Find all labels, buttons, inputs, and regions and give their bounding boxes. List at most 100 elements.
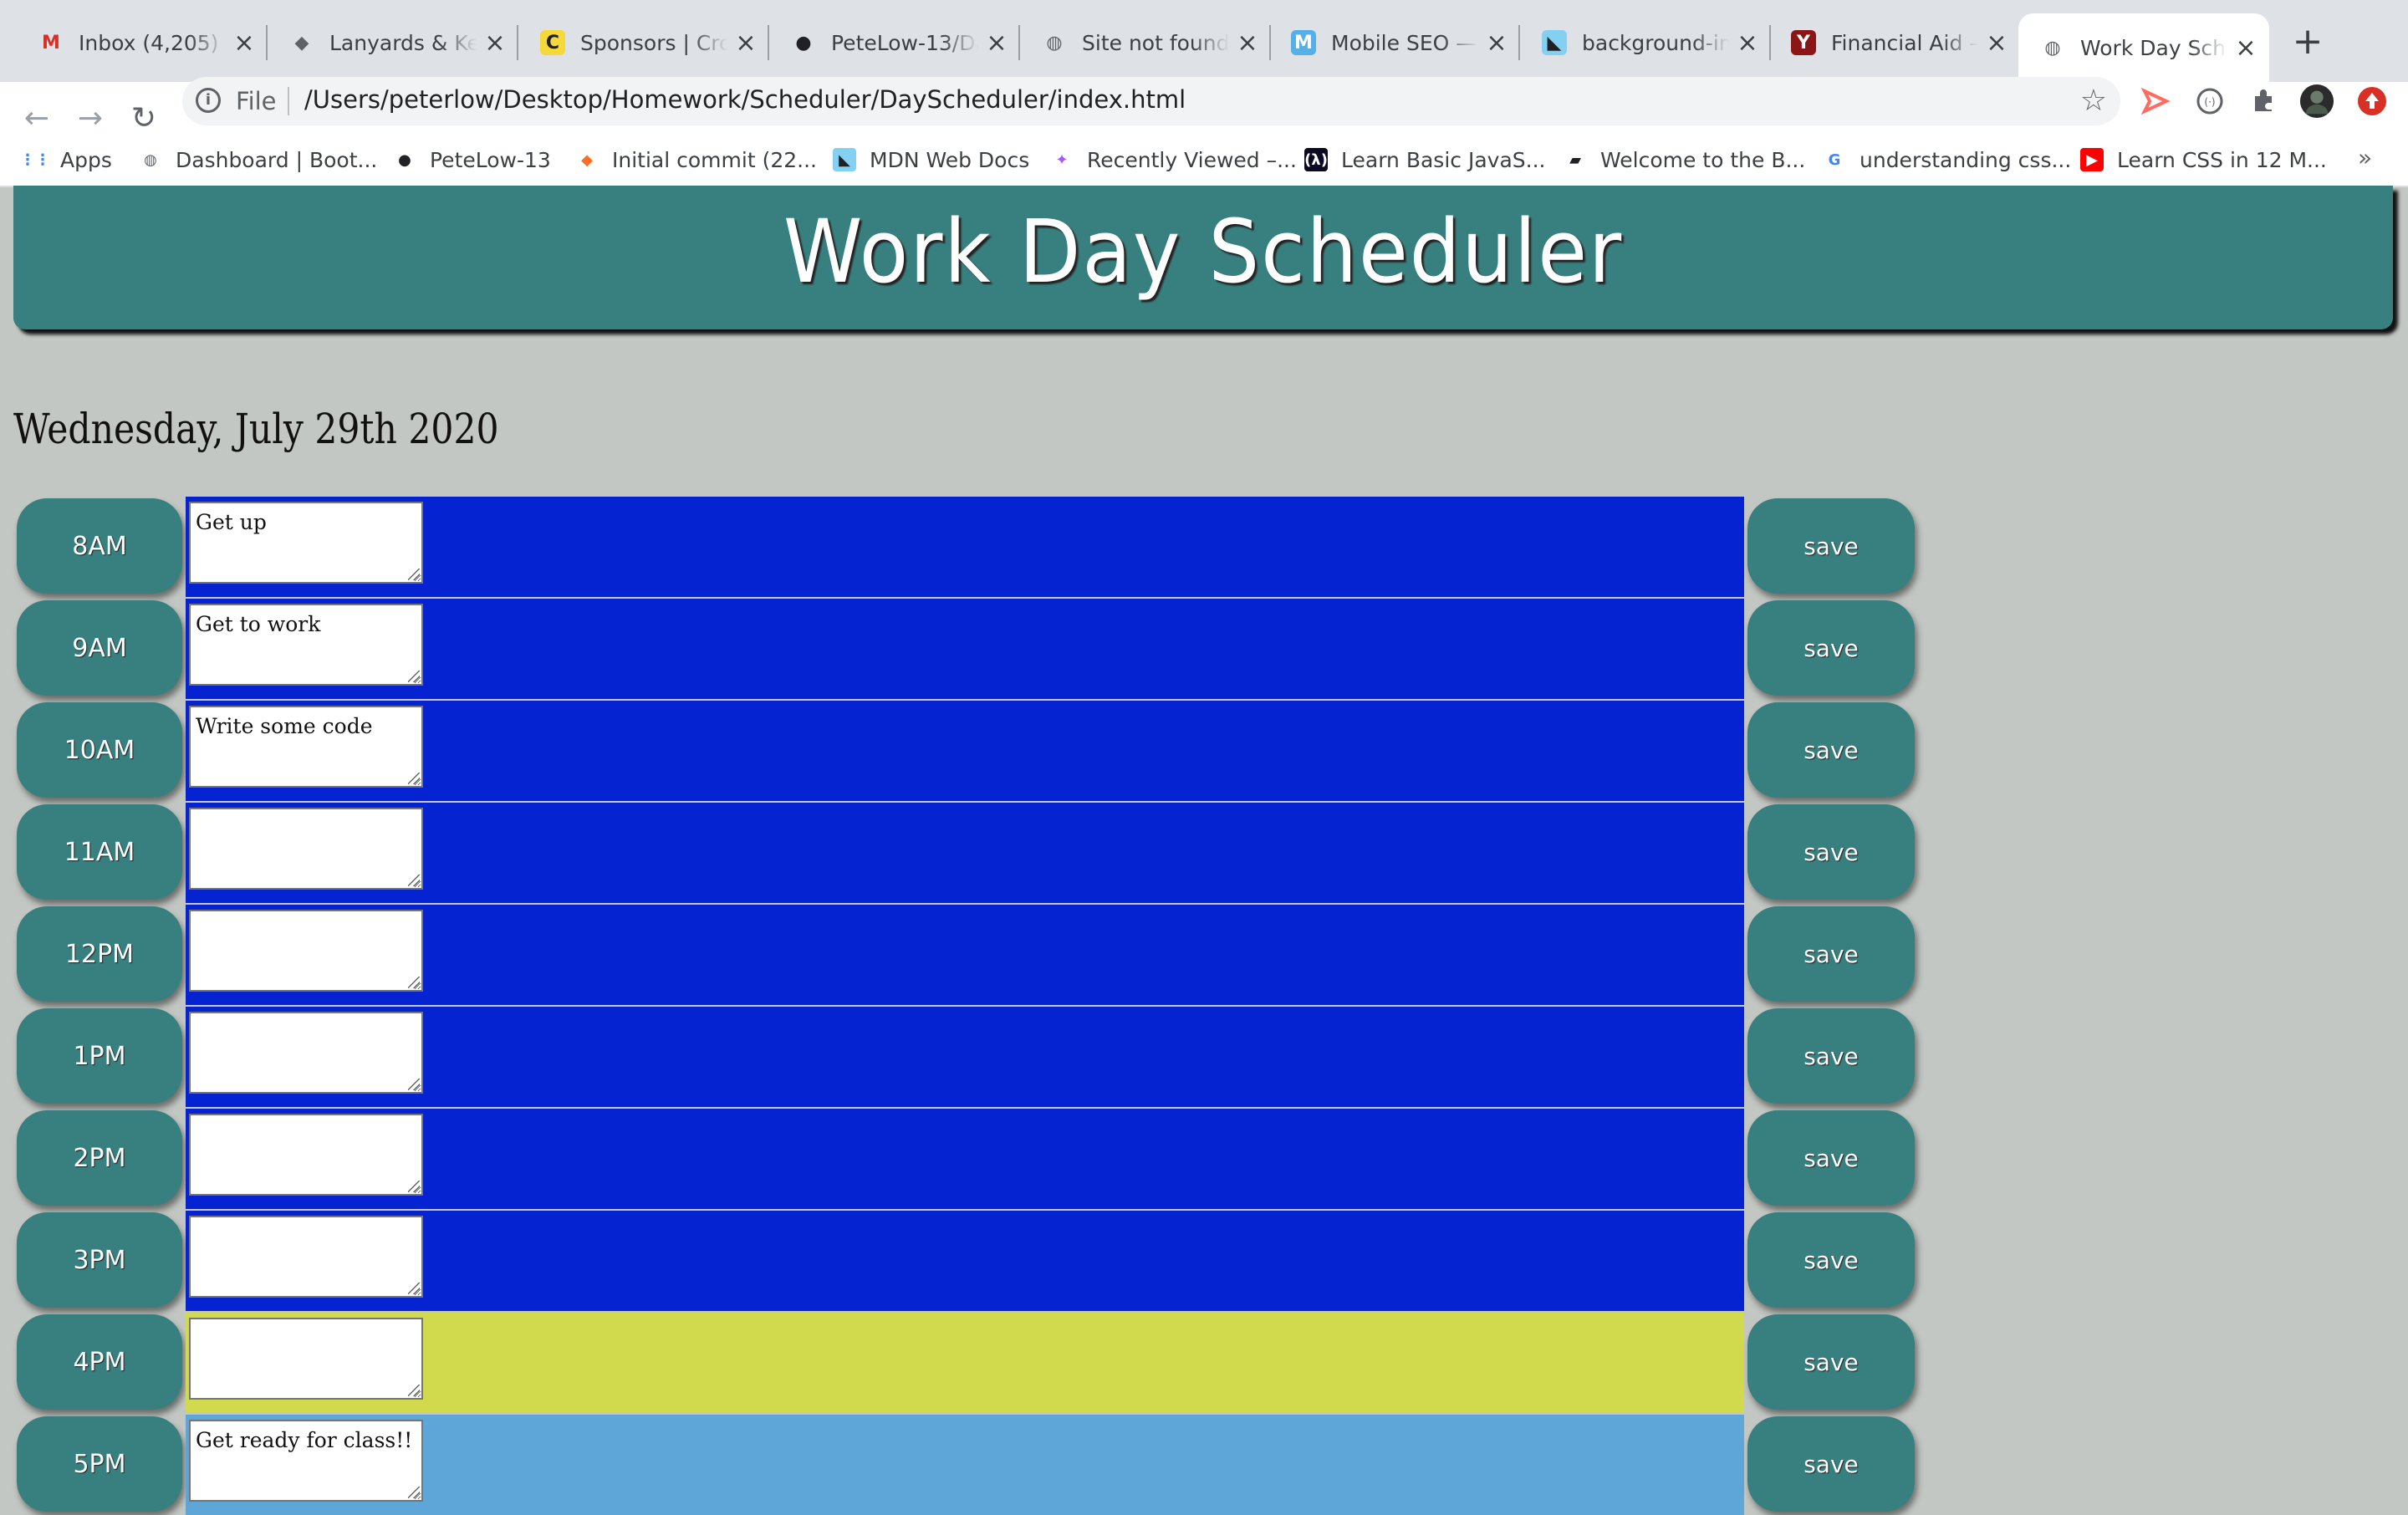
event-textarea[interactable]: [189, 1012, 423, 1094]
bookmark-item[interactable]: ⋮⋮ Apps: [20, 144, 112, 176]
bookmarks-bar: » ⋮⋮ Apps ◍ Dashboard | Boot... ● PeteLow-13 ◆…: [0, 134, 2408, 187]
save-button[interactable]: save: [1747, 906, 1915, 1002]
resize-handle-icon[interactable]: [408, 1079, 420, 1090]
scheme-label: File: [236, 87, 277, 115]
tab-close-icon[interactable]: ×: [1236, 28, 1259, 58]
cast-extension-icon[interactable]: [2139, 84, 2174, 119]
browser-tab[interactable]: M Inbox (4,205) - ×: [17, 13, 268, 72]
youtube-icon: ▶: [2080, 148, 2104, 171]
resize-handle-icon[interactable]: [408, 1283, 420, 1294]
extension-circle-icon[interactable]: (·): [2192, 84, 2227, 119]
event-textarea[interactable]: Write some code: [189, 706, 423, 788]
event-text: Get to work: [196, 612, 321, 636]
save-button[interactable]: save: [1747, 1212, 1915, 1308]
tab-close-icon[interactable]: ×: [1985, 28, 2008, 58]
browser-tab[interactable]: ◣ background-im ×: [1520, 13, 1771, 72]
tab-title: Work Day Sche: [2080, 35, 2227, 60]
event-textarea[interactable]: [189, 1216, 423, 1298]
bookmark-label: Learn Basic JavaS...: [1341, 147, 1546, 172]
forward-button[interactable]: →: [72, 100, 109, 137]
save-button[interactable]: save: [1747, 1416, 1915, 1512]
resize-handle-icon[interactable]: [408, 1385, 420, 1396]
browser-tab[interactable]: ◆ Lanyards & Key ×: [268, 13, 518, 72]
sponsors-icon: C: [540, 30, 565, 55]
event-textarea[interactable]: Get up: [189, 502, 423, 584]
globe-icon: ◍: [144, 150, 157, 169]
tab-close-icon[interactable]: ×: [734, 28, 758, 58]
event-text: Write some code: [196, 714, 373, 738]
resize-handle-icon[interactable]: [408, 569, 420, 580]
save-button[interactable]: save: [1747, 600, 1915, 696]
back-button[interactable]: ←: [18, 100, 55, 137]
event-textarea[interactable]: [189, 1114, 423, 1196]
update-icon[interactable]: [2354, 84, 2390, 119]
time-block-row: 8AM Get up save: [0, 497, 1923, 597]
save-button[interactable]: save: [1747, 804, 1915, 900]
resize-handle-icon[interactable]: [408, 1181, 420, 1192]
event-textarea[interactable]: Get ready for class!!: [189, 1420, 423, 1502]
save-button[interactable]: save: [1747, 702, 1915, 798]
event-textarea[interactable]: Get to work: [189, 604, 423, 686]
bookmark-label: PeteLow-13: [430, 147, 551, 172]
bookmark-item[interactable]: ✦ Recently Viewed –...: [1050, 144, 1297, 176]
time-block-row: 3PM save: [0, 1211, 1923, 1311]
resize-handle-icon[interactable]: [408, 1487, 420, 1498]
event-textarea[interactable]: [189, 1318, 423, 1400]
browser-tab[interactable]: Y Financial Aid — ×: [1769, 13, 2020, 72]
save-button[interactable]: save: [1747, 498, 1915, 594]
browser-tab[interactable]: ◍ Work Day Sche ×: [2018, 13, 2269, 82]
bookmarks-overflow-button[interactable]: »: [2358, 144, 2372, 171]
bookmark-label: understanding css...: [1860, 147, 2072, 172]
site-info-icon[interactable]: i: [196, 88, 221, 113]
tab-close-icon[interactable]: ×: [1485, 28, 1508, 58]
bookmark-item[interactable]: (λ) Learn Basic JavaS...: [1304, 144, 1545, 176]
bookmark-item[interactable]: ● PeteLow-13: [393, 144, 551, 176]
bookmark-item[interactable]: ◣ MDN Web Docs: [833, 144, 1029, 176]
bookmark-item[interactable]: ◍ Dashboard | Boot...: [139, 144, 377, 176]
browser-tab[interactable]: M Mobile SEO — ×: [1269, 13, 1520, 72]
resize-handle-icon[interactable]: [408, 977, 420, 988]
resize-handle-icon[interactable]: [408, 875, 420, 886]
lanyard-site-icon: ◆: [294, 32, 309, 54]
browser-tab[interactable]: ◍ Site not found ×: [1020, 13, 1271, 72]
resize-handle-icon[interactable]: [408, 773, 420, 784]
new-tab-button[interactable]: +: [2284, 18, 2331, 65]
save-button[interactable]: save: [1747, 1008, 1915, 1104]
event-textarea[interactable]: [189, 808, 423, 890]
bookmark-item[interactable]: ▶ Learn CSS in 12 M...: [2080, 144, 2327, 176]
address-bar[interactable]: i File /Users/peterlow/Desktop/Homework/…: [182, 77, 2120, 125]
bookmark-label: Dashboard | Boot...: [176, 147, 378, 172]
time-block-row: 9AM Get to work save: [0, 599, 1923, 699]
profile-avatar[interactable]: [2299, 84, 2334, 119]
save-button[interactable]: save: [1747, 1110, 1915, 1206]
event-textarea[interactable]: [189, 910, 423, 992]
tab-close-icon[interactable]: ×: [232, 28, 256, 58]
hour-label: 5PM: [17, 1416, 182, 1512]
bookmark-item[interactable]: Gunderstanding css...: [1823, 144, 2072, 176]
time-block-row: 1PM save: [0, 1007, 1923, 1107]
bookmark-star-icon[interactable]: ☆: [2080, 84, 2107, 118]
time-block-row: 4PM save: [0, 1313, 1923, 1413]
tab-close-icon[interactable]: ×: [483, 28, 507, 58]
google-icon: G: [1828, 150, 1841, 169]
tab-close-icon[interactable]: ×: [1736, 28, 1759, 58]
browser-tab[interactable]: ● PeteLow-13/Da ×: [769, 13, 1020, 72]
bookmark-item[interactable]: ◆ Initial commit (22...: [575, 144, 817, 176]
url-text[interactable]: /Users/peterlow/Desktop/Homework/Schedul…: [304, 85, 1186, 114]
tab-title: Sponsors | Cro: [580, 30, 727, 55]
save-button[interactable]: save: [1747, 1314, 1915, 1410]
time-block-row: 12PM save: [0, 905, 1923, 1005]
resize-handle-icon[interactable]: [408, 671, 420, 682]
extensions-puzzle-icon[interactable]: [2246, 84, 2281, 119]
tab-title: background-im: [1582, 30, 1729, 55]
tab-close-icon[interactable]: ×: [2234, 33, 2258, 63]
tab-close-icon[interactable]: ×: [985, 28, 1008, 58]
mdn-icon: ◣: [833, 148, 856, 171]
browser-tab[interactable]: C Sponsors | Cro ×: [518, 13, 769, 72]
gmail-icon: M: [42, 32, 60, 54]
reload-button[interactable]: ↻: [125, 100, 162, 137]
time-block-row: 5PM Get ready for class!! save: [0, 1415, 1923, 1515]
bookmark-item[interactable]: ▰ Welcome to the B...: [1564, 144, 1805, 176]
hour-label: 8AM: [17, 498, 182, 594]
hour-label: 12PM: [17, 906, 182, 1002]
